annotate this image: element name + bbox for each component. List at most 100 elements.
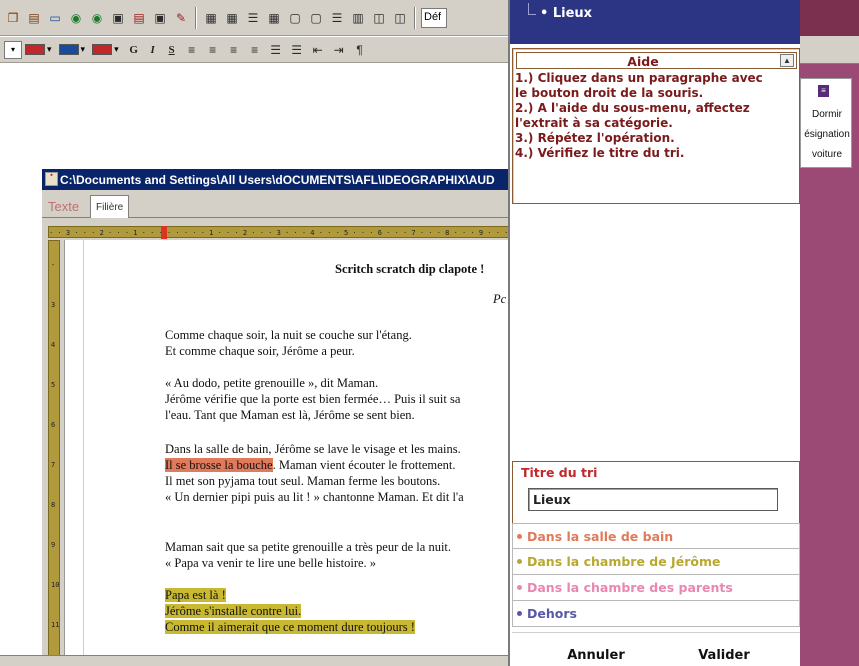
text-line[interactable]: « Un dernier pipi puis au lit ! » chanto… bbox=[165, 490, 464, 505]
help-line: 4.) Vérifiez le titre du tri. bbox=[515, 146, 685, 160]
category-label: Dans la salle de bain bbox=[527, 528, 674, 544]
help-line: 1.) Cliquez dans un paragraphe avec bbox=[515, 71, 763, 85]
indent-marker[interactable] bbox=[161, 226, 167, 239]
paragraph-toolbar: ▾ ▾ ▾ ▾ G I S ≡ ≡ ≡ ≡ ☰ ☰ ⇤ ⇥ ¶ bbox=[0, 36, 510, 63]
table-grid-icon[interactable]: ▦ bbox=[265, 9, 283, 27]
text-line[interactable]: l'eau. Tant que Maman est là, Jérôme se … bbox=[165, 408, 415, 423]
bullet-list-icon[interactable]: ☰ bbox=[267, 41, 285, 59]
insert-icon[interactable]: ▣ bbox=[109, 9, 127, 27]
category-item-salle-de-bain[interactable]: Dans la salle de bain bbox=[512, 523, 800, 549]
text-line[interactable]: Comme chaque soir, la nuit se couche sur… bbox=[165, 328, 412, 343]
table-borders-icon[interactable]: ▥ bbox=[349, 9, 367, 27]
help-line: le bouton droit de la souris. bbox=[515, 86, 704, 100]
menu-item-voiture[interactable]: voiture bbox=[801, 149, 853, 160]
divider bbox=[512, 632, 800, 633]
text-color-swatch bbox=[58, 44, 79, 55]
table-merge-icon[interactable]: ▢ bbox=[307, 9, 325, 27]
align-left-icon[interactable]: ≡ bbox=[183, 41, 201, 59]
text-line[interactable]: Et comme chaque soir, Jérôme a peur. bbox=[165, 344, 355, 359]
tree-header: • Lieux bbox=[510, 0, 800, 44]
document-page[interactable]: Scritch scratch dip clapote ! Pc Comme c… bbox=[64, 240, 510, 666]
style-select[interactable]: Déf bbox=[421, 7, 447, 28]
sort-title-input[interactable]: Lieux bbox=[528, 488, 778, 511]
horizontal-ruler[interactable]: · · 3 · · · 2 · · · 1 · · · · · · · · 1 … bbox=[48, 226, 510, 239]
validate-button[interactable]: Valider bbox=[684, 644, 764, 666]
background-window-toolbar bbox=[800, 36, 859, 64]
tree-item-lieux[interactable]: • Lieux bbox=[540, 6, 592, 21]
text-line[interactable]: Pc bbox=[493, 292, 506, 307]
underline-icon[interactable]: S bbox=[164, 41, 180, 59]
table-insert-icon[interactable]: ▦ bbox=[223, 9, 241, 27]
align-right-icon[interactable]: ≡ bbox=[225, 41, 243, 59]
help-title: Aide bbox=[627, 54, 659, 69]
ruler-tick: 7 bbox=[51, 461, 56, 469]
collapse-arrow-icon[interactable]: ▲ bbox=[780, 54, 794, 67]
table-align-icon[interactable]: ☰ bbox=[328, 9, 346, 27]
border-color-dropdown[interactable]: ▾ bbox=[92, 44, 119, 55]
pilcrow-icon[interactable]: ¶ bbox=[351, 41, 369, 59]
text-line[interactable]: Dans la salle de bain, Jérôme se lave le… bbox=[165, 442, 461, 457]
highlight-color-dropdown[interactable]: ▾ bbox=[25, 44, 52, 55]
tab-filiere[interactable]: Filière bbox=[90, 195, 130, 218]
category-label: Dans la chambre des parents bbox=[527, 580, 733, 595]
bullet-icon bbox=[517, 585, 522, 590]
text-color-dropdown[interactable]: ▾ bbox=[58, 44, 85, 55]
text-line[interactable]: Jérôme vérifie que la porte est bien fer… bbox=[165, 392, 460, 407]
table-icon[interactable]: ▦ bbox=[202, 9, 220, 27]
highlighted-extract[interactable]: Jérôme s'installe contre lui. bbox=[165, 604, 302, 618]
table-split-icon[interactable]: ▢ bbox=[286, 9, 304, 27]
document-tabs: Texte Filière bbox=[42, 190, 510, 218]
italic-icon[interactable]: I bbox=[145, 41, 161, 59]
spell-check-icon[interactable]: ◉ bbox=[67, 9, 85, 27]
outdent-icon[interactable]: ⇤ bbox=[309, 41, 327, 59]
align-center-icon[interactable]: ≡ bbox=[204, 41, 222, 59]
document-titlebar[interactable]: ▪ C:\Documents and Settings\All Users\dO… bbox=[42, 169, 510, 190]
ruler-tick: 8 bbox=[51, 501, 56, 509]
menu-item-dormir[interactable]: Dormir bbox=[801, 109, 853, 120]
highlighted-extract[interactable]: Comme il aimerait que ce moment dure tou… bbox=[165, 620, 415, 634]
indent-icon[interactable]: ⇥ bbox=[330, 41, 348, 59]
cancel-button[interactable]: Annuler bbox=[556, 644, 636, 666]
category-item-chambre-parents[interactable]: Dans la chambre des parents bbox=[512, 575, 800, 601]
text-line[interactable]: Scritch scratch dip clapote ! bbox=[335, 262, 484, 277]
menu-item-designation[interactable]: ésignation bbox=[801, 129, 853, 140]
category-item-dehors[interactable]: Dehors bbox=[512, 601, 800, 627]
text-line-highlighted[interactable]: Papa est là ! bbox=[165, 588, 226, 603]
page-margin bbox=[83, 240, 84, 666]
category-label: Dans la chambre de Jérôme bbox=[527, 554, 721, 569]
highlighted-extract[interactable]: Papa est là ! bbox=[165, 588, 226, 602]
text-line-highlighted[interactable]: Jérôme s'installe contre lui. bbox=[165, 604, 302, 619]
highlighted-extract[interactable]: Il se brosse la bouche bbox=[165, 458, 273, 472]
frame-icon[interactable]: ▣ bbox=[151, 9, 169, 27]
text-line-highlighted[interactable]: Il se brosse la bouche. Maman vient écou… bbox=[165, 458, 456, 473]
brush-icon[interactable]: ✎ bbox=[172, 9, 190, 27]
text-line[interactable]: « Au dodo, petite grenouille », dit Mama… bbox=[165, 376, 378, 391]
spell-check-2-icon[interactable]: ◉ bbox=[88, 9, 106, 27]
category-item-chambre-jerome[interactable]: Dans la chambre de Jérôme bbox=[512, 549, 800, 575]
column-icon[interactable]: ◫ bbox=[370, 9, 388, 27]
table-row-icon[interactable]: ☰ bbox=[244, 9, 262, 27]
font-size-dropdown[interactable]: ▾ bbox=[4, 40, 22, 59]
sort-title-box: Titre du tri Lieux bbox=[512, 461, 800, 525]
page-icon[interactable]: ▤ bbox=[130, 9, 148, 27]
paste-icon[interactable]: ▤ bbox=[25, 9, 43, 27]
category-list: Dans la salle de bain Dans la chambre de… bbox=[512, 523, 800, 627]
help-box: Aide ▲ 1.) Cliquez dans un paragraphe av… bbox=[512, 48, 800, 204]
text-line-highlighted[interactable]: Comme il aimerait que ce moment dure tou… bbox=[165, 620, 415, 635]
text-line[interactable]: « Papa va venir te lire une belle histoi… bbox=[165, 556, 376, 571]
text-line[interactable]: Maman sait que sa petite grenouille a tr… bbox=[165, 540, 451, 555]
copy-icon[interactable]: ❐ bbox=[4, 9, 22, 27]
column-2-icon[interactable]: ◫ bbox=[391, 9, 409, 27]
help-instructions: 1.) Cliquez dans un paragraphe avec le b… bbox=[515, 71, 799, 161]
word-icon[interactable]: ▭ bbox=[46, 9, 64, 27]
ruler-tick: 9 bbox=[51, 541, 56, 549]
document-title: C:\Documents and Settings\All Users\dOCU… bbox=[60, 172, 495, 187]
justify-icon[interactable]: ≡ bbox=[246, 41, 264, 59]
tab-texte[interactable]: Texte bbox=[45, 195, 82, 218]
background-context-menu: ≡ Dormir ésignation voiture bbox=[800, 78, 852, 168]
bold-icon[interactable]: G bbox=[126, 41, 142, 59]
background-window-titlebar bbox=[800, 0, 859, 36]
text-line[interactable]: Il met son pyjama tout seul. Maman ferme… bbox=[165, 474, 440, 489]
numbered-list-icon[interactable]: ☰ bbox=[288, 41, 306, 59]
document-icon: ≡ bbox=[818, 85, 829, 97]
